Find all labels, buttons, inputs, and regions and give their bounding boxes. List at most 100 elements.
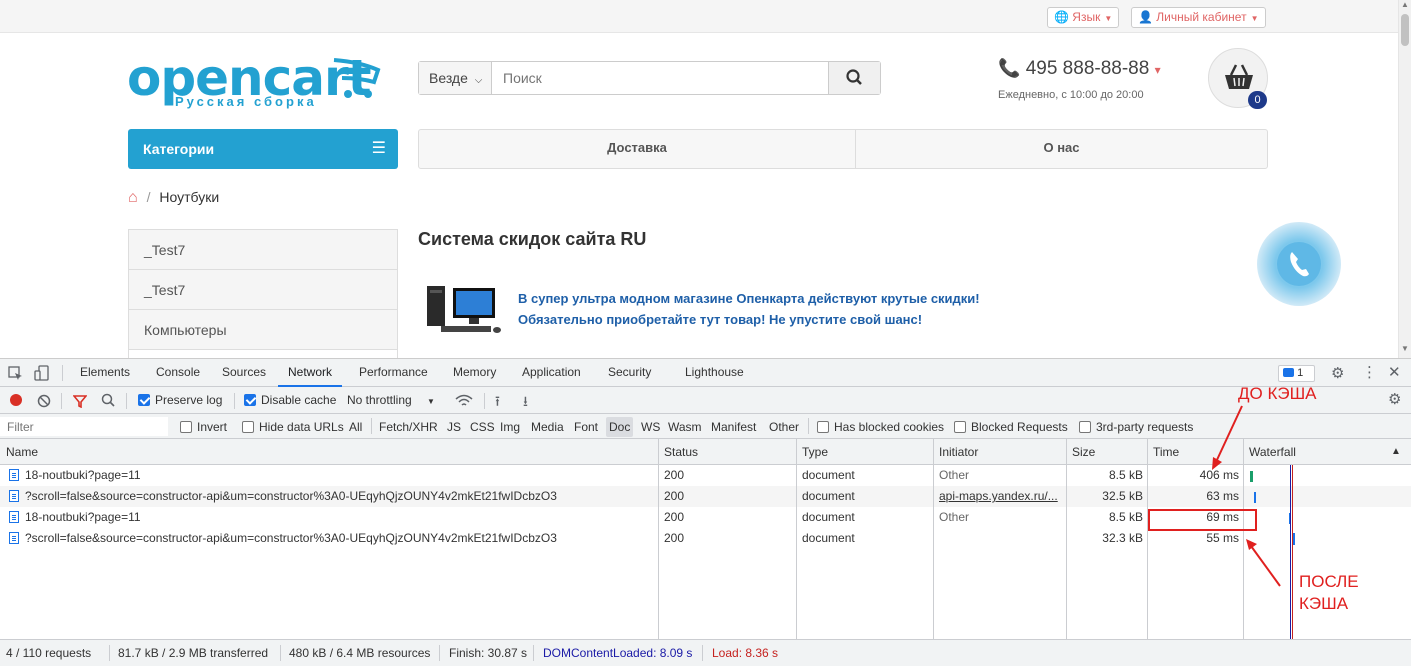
page-scrollbar[interactable]: ▲ ▼ — [1398, 0, 1411, 358]
divider — [126, 393, 127, 409]
tab-network[interactable]: Network — [278, 359, 343, 387]
column-header-initiator[interactable]: Initiator — [939, 445, 978, 459]
request-initiator-link[interactable]: api-maps.yandex.ru/... — [939, 489, 1064, 503]
close-icon[interactable]: ✕ — [1388, 363, 1401, 381]
category-item[interactable]: _Test7 — [129, 230, 397, 270]
request-name: ?scroll=false&source=constructor-api&um=… — [9, 489, 654, 503]
more-options-icon[interactable]: ⋮ — [1362, 363, 1377, 381]
search-scope-label: Везде — [429, 70, 468, 86]
tab-performance[interactable]: Performance — [359, 359, 428, 387]
search-button[interactable] — [828, 62, 880, 94]
column-header-name[interactable]: Name — [6, 445, 38, 459]
arrow-after-cache — [1250, 545, 1281, 587]
network-settings-gear-icon[interactable]: ⚙ — [1388, 390, 1401, 408]
type-filter-manifest[interactable]: Manifest — [711, 419, 756, 435]
filter-icon[interactable] — [73, 394, 87, 408]
column-header-size[interactable]: Size — [1072, 445, 1095, 459]
tab-console[interactable]: Console — [156, 359, 200, 387]
request-name-text: 18-noutbuki?page=11 — [25, 468, 141, 482]
top-bar: 🌐 Язык ▼ 👤 Личный кабинет ▼ — [0, 0, 1398, 33]
type-filter-js[interactable]: JS — [447, 419, 461, 435]
tab-elements[interactable]: Elements — [80, 359, 130, 387]
has-blocked-cookies-checkbox[interactable]: Has blocked cookies — [817, 419, 944, 435]
type-filter-fetch-xhr[interactable]: Fetch/XHR — [379, 419, 438, 435]
transferred-size: 81.7 kB / 2.9 MB transferred — [118, 646, 269, 660]
search-scope-dropdown[interactable]: Везде ⌵ — [419, 62, 492, 94]
account-dropdown[interactable]: 👤 Личный кабинет ▼ — [1131, 7, 1266, 28]
column-header-status[interactable]: Status — [664, 445, 698, 459]
hide-data-urls-checkbox[interactable]: Hide data URLs — [242, 419, 344, 435]
scrollbar-thumb[interactable] — [1401, 14, 1409, 46]
type-filter-doc[interactable]: Doc — [606, 417, 634, 437]
column-divider[interactable] — [933, 439, 934, 639]
type-filter-wasm[interactable]: Wasm — [668, 419, 702, 435]
issues-badge[interactable]: 1 — [1278, 365, 1315, 382]
sort-ascending-icon[interactable]: ▲ — [1391, 446, 1401, 457]
disable-cache-checkbox[interactable]: Disable cache — [244, 392, 336, 408]
type-filter-other[interactable]: Other — [769, 419, 799, 435]
callback-button[interactable] — [1257, 222, 1341, 306]
phone-handset-icon — [1277, 242, 1321, 286]
home-icon[interactable]: ⌂ — [128, 189, 138, 206]
divider — [439, 645, 440, 661]
type-filter-media[interactable]: Media — [531, 419, 564, 435]
type-filter-ws[interactable]: WS — [641, 419, 660, 435]
phone-number[interactable]: 📞 495 888-88-88 ▾ — [998, 58, 1161, 80]
third-party-checkbox[interactable]: 3rd-party requests — [1079, 419, 1193, 435]
search-bar: Везде ⌵ — [418, 61, 881, 95]
scroll-up-icon[interactable]: ▲ — [1401, 0, 1409, 9]
search-input[interactable] — [493, 62, 829, 94]
menu-icon: ☰ — [371, 140, 386, 157]
arrow-before-cache — [1215, 405, 1243, 463]
tab-lighthouse[interactable]: Lighthouse — [685, 359, 744, 387]
category-item[interactable]: _Test7 — [129, 270, 397, 310]
menu-item-about[interactable]: О нас — [856, 130, 1267, 168]
finish-time: Finish: 30.87 s — [449, 646, 528, 660]
import-har-icon[interactable]: ⭱ — [495, 391, 500, 415]
column-divider[interactable] — [658, 439, 659, 639]
search-icon[interactable] — [101, 393, 116, 408]
issues-count: 1 — [1297, 367, 1304, 379]
type-filter-font[interactable]: Font — [574, 419, 598, 435]
export-har-icon[interactable]: ⭳ — [523, 391, 528, 415]
network-conditions-icon[interactable] — [455, 393, 473, 408]
chevron-down-icon: ⌵ — [474, 75, 483, 86]
column-divider[interactable] — [1147, 439, 1148, 639]
language-dropdown[interactable]: 🌐 Язык ▼ — [1047, 7, 1120, 28]
type-filter-css[interactable]: CSS — [470, 419, 495, 435]
clear-icon[interactable] — [37, 394, 51, 408]
throttling-dropdown[interactable]: No throttling ▼ — [347, 392, 435, 410]
column-header-type[interactable]: Type — [802, 445, 828, 459]
column-header-time[interactable]: Time — [1153, 445, 1179, 459]
type-filter-all[interactable]: All — [349, 419, 362, 435]
has-blocked-cookies-label: Has blocked cookies — [834, 420, 945, 434]
preserve-log-checkbox[interactable]: Preserve log — [138, 392, 222, 408]
categories-button[interactable]: Категории ☰ — [128, 129, 398, 169]
request-name: ?scroll=false&source=constructor-api&um=… — [9, 531, 654, 545]
checkbox-icon — [817, 421, 829, 433]
tab-memory[interactable]: Memory — [453, 359, 496, 387]
inspect-element-icon[interactable] — [8, 366, 24, 382]
record-icon[interactable] — [10, 394, 22, 406]
device-toolbar-icon[interactable] — [34, 365, 50, 382]
tab-application[interactable]: Application — [522, 359, 581, 387]
request-status: 200 — [664, 489, 685, 503]
tab-security[interactable]: Security — [608, 359, 651, 387]
scroll-down-icon[interactable]: ▼ — [1401, 344, 1409, 353]
divider — [234, 393, 235, 409]
breadcrumb: ⌂ / Ноутбуки — [128, 189, 219, 207]
request-status: 200 — [664, 531, 685, 545]
column-divider[interactable] — [1066, 439, 1067, 639]
globe-icon: 🌐 — [1054, 10, 1069, 24]
settings-gear-icon[interactable]: ⚙ — [1331, 364, 1344, 382]
filter-input[interactable] — [0, 417, 168, 436]
document-icon — [9, 511, 19, 523]
column-divider[interactable] — [796, 439, 797, 639]
invert-checkbox[interactable]: Invert — [180, 419, 227, 435]
blocked-requests-checkbox[interactable]: Blocked Requests — [954, 419, 1068, 435]
tab-sources[interactable]: Sources — [222, 359, 266, 387]
category-item[interactable]: Компьютеры — [129, 310, 397, 350]
menu-item-delivery[interactable]: Доставка — [419, 130, 856, 168]
type-filter-img[interactable]: Img — [500, 419, 520, 435]
devtools-tab-bar: Elements Console Sources Network Perform… — [0, 359, 1411, 387]
